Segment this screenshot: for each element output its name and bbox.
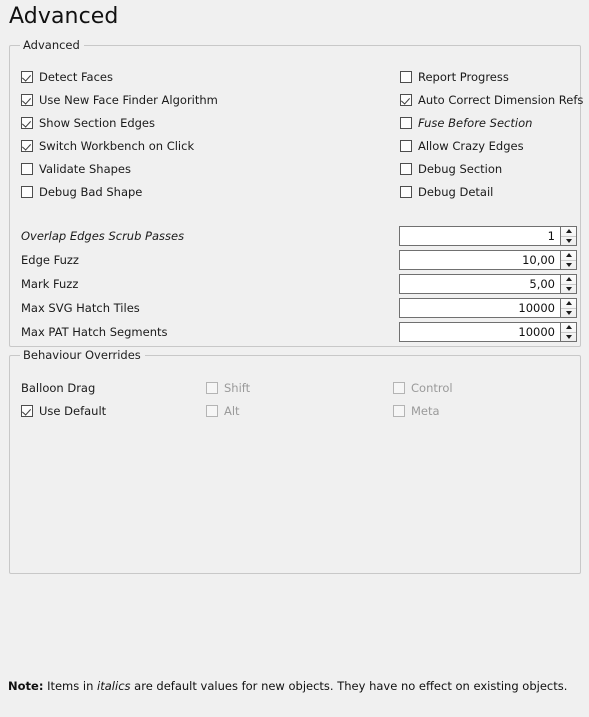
spinner-down-icon[interactable] (561, 261, 576, 270)
checkbox-allow-crazy-edges[interactable]: Allow Crazy Edges (400, 139, 524, 153)
checkbox-detect-faces[interactable]: Detect Faces (21, 70, 113, 84)
spinner-mark-fuzz[interactable]: 5,00 (399, 274, 577, 294)
checkbox-box-icon[interactable] (400, 117, 412, 129)
checkbox-control[interactable]: Control (393, 381, 453, 395)
checkbox-box-icon[interactable] (21, 94, 33, 106)
checkbox-use-new-face-finder-algorithm[interactable]: Use New Face Finder Algorithm (21, 93, 218, 107)
spinner-up-icon[interactable] (561, 275, 576, 285)
checkbox-label: Auto Correct Dimension Refs (418, 93, 584, 107)
checkbox-box-icon[interactable] (21, 140, 33, 152)
spinner-up-icon[interactable] (561, 227, 576, 237)
checkbox-show-section-edges[interactable]: Show Section Edges (21, 116, 155, 130)
checkbox-label: Use Default (39, 404, 107, 418)
label-max-pat-hatch-segments: Max PAT Hatch Segments (21, 325, 168, 339)
checkbox-box-icon[interactable] (206, 405, 218, 417)
checkbox-box-icon[interactable] (206, 382, 218, 394)
checkbox-debug-bad-shape[interactable]: Debug Bad Shape (21, 185, 142, 199)
checkbox-label: Validate Shapes (39, 162, 131, 176)
page-title: Advanced (9, 4, 119, 29)
spinner-value[interactable]: 5,00 (399, 274, 560, 294)
checkbox-label: Report Progress (418, 70, 509, 84)
checkbox-box-icon[interactable] (393, 405, 405, 417)
footer-note-part1: Items in (47, 679, 94, 693)
spinner-down-icon[interactable] (561, 285, 576, 294)
footer-note-part2: are default values for new objects. They… (134, 679, 568, 693)
advanced-group-title: Advanced (20, 39, 84, 52)
spinner-buttons[interactable] (560, 322, 577, 342)
footer-note: Note: Items in italics are default value… (8, 679, 567, 693)
checkbox-box-icon[interactable] (21, 117, 33, 129)
checkbox-box-icon[interactable] (21, 405, 33, 417)
checkbox-label: Debug Bad Shape (39, 185, 143, 199)
checkbox-meta[interactable]: Meta (393, 404, 440, 418)
footer-note-prefix: Note: (8, 679, 44, 693)
spinner-value[interactable]: 10000 (399, 298, 560, 318)
checkbox-label: Alt (224, 404, 240, 418)
checkbox-alt[interactable]: Alt (206, 404, 240, 418)
checkbox-switch-workbench-on-click[interactable]: Switch Workbench on Click (21, 139, 194, 153)
checkbox-auto-correct-dimension-refs[interactable]: Auto Correct Dimension Refs (400, 93, 583, 107)
checkbox-label: Debug Detail (418, 185, 494, 199)
checkbox-debug-detail[interactable]: Debug Detail (400, 185, 493, 199)
checkbox-label: Fuse Before Section (418, 116, 533, 130)
spinner-max-pat-hatch-segments[interactable]: 10000 (399, 322, 577, 342)
checkbox-box-icon[interactable] (400, 71, 412, 83)
behaviour-overrides-group-title: Behaviour Overrides (20, 349, 145, 362)
checkbox-report-progress[interactable]: Report Progress (400, 70, 509, 84)
spinner-up-icon[interactable] (561, 251, 576, 261)
spinner-edge-fuzz[interactable]: 10,00 (399, 250, 577, 270)
label-edge-fuzz: Edge Fuzz (21, 253, 79, 267)
spinner-down-icon[interactable] (561, 237, 576, 246)
spinner-up-icon[interactable] (561, 299, 576, 309)
spinner-down-icon[interactable] (561, 333, 576, 342)
checkbox-debug-section[interactable]: Debug Section (400, 162, 502, 176)
footer-note-italics-word: italics (97, 679, 131, 693)
checkbox-label: Meta (411, 404, 440, 418)
label-max-svg-hatch-tiles: Max SVG Hatch Tiles (21, 301, 140, 315)
spinner-buttons[interactable] (560, 274, 577, 294)
checkbox-box-icon[interactable] (21, 186, 33, 198)
label-mark-fuzz: Mark Fuzz (21, 277, 79, 291)
checkbox-use-default[interactable]: Use Default (21, 404, 106, 418)
checkbox-validate-shapes[interactable]: Validate Shapes (21, 162, 131, 176)
checkbox-shift[interactable]: Shift (206, 381, 250, 395)
spinner-value[interactable]: 10000 (399, 322, 560, 342)
checkbox-box-icon[interactable] (400, 94, 412, 106)
spinner-buttons[interactable] (560, 298, 577, 318)
spinner-buttons[interactable] (560, 226, 577, 246)
checkbox-box-icon[interactable] (21, 71, 33, 83)
checkbox-box-icon[interactable] (400, 186, 412, 198)
checkbox-label: Debug Section (418, 162, 503, 176)
spinner-value[interactable]: 1 (399, 226, 560, 246)
checkbox-label: Detect Faces (39, 70, 113, 84)
spinner-max-svg-hatch-tiles[interactable]: 10000 (399, 298, 577, 318)
spinner-up-icon[interactable] (561, 323, 576, 333)
checkbox-box-icon[interactable] (393, 382, 405, 394)
checkbox-fuse-before-section[interactable]: Fuse Before Section (400, 116, 532, 130)
label-balloon-drag: Balloon Drag (21, 381, 96, 395)
checkbox-label: Show Section Edges (39, 116, 155, 130)
spinner-down-icon[interactable] (561, 309, 576, 318)
checkbox-box-icon[interactable] (400, 163, 412, 175)
checkbox-label: Allow Crazy Edges (418, 139, 524, 153)
checkbox-label: Shift (224, 381, 251, 395)
spinner-overlap-edges-scrub-passes[interactable]: 1 (399, 226, 577, 246)
label-overlap-edges-scrub-passes: Overlap Edges Scrub Passes (21, 229, 185, 243)
checkbox-box-icon[interactable] (400, 140, 412, 152)
checkbox-box-icon[interactable] (21, 163, 33, 175)
checkbox-label: Control (411, 381, 453, 395)
checkbox-label: Use New Face Finder Algorithm (39, 93, 218, 107)
spinner-value[interactable]: 10,00 (399, 250, 560, 270)
checkbox-label: Switch Workbench on Click (39, 139, 195, 153)
spinner-buttons[interactable] (560, 250, 577, 270)
